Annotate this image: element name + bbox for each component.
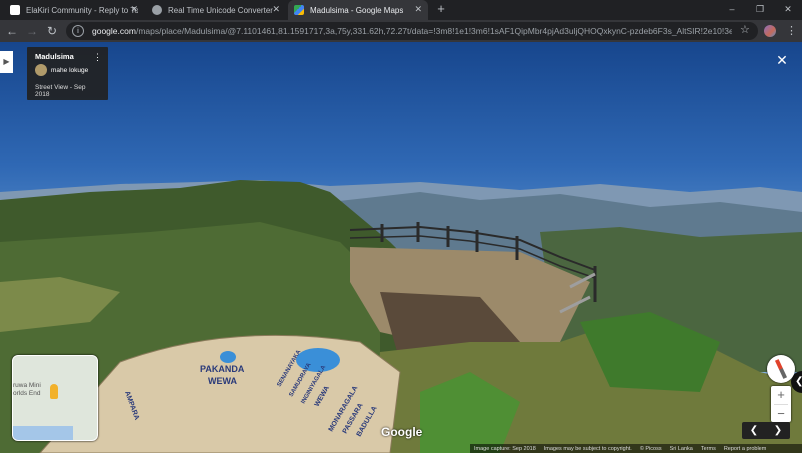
place-title[interactable]: Madulsima: [35, 52, 100, 61]
previous-photo-button[interactable]: ❮: [742, 422, 766, 439]
google-logo: Google: [381, 425, 423, 439]
url-text: google.com/maps/place/Madulsima/@7.11014…: [92, 26, 732, 36]
pegman-icon[interactable]: [50, 384, 58, 399]
maps-favicon-icon: [294, 5, 304, 15]
elakiri-favicon-icon: [10, 5, 20, 15]
tab-close-icon[interactable]: ✕: [272, 4, 280, 15]
address-bar[interactable]: i google.com/maps/place/Madulsima/@7.110…: [66, 22, 758, 40]
browser-toolbar: ← → ↻ i google.com/maps/place/Madulsima/…: [0, 20, 802, 42]
contributor-avatar: [35, 64, 47, 76]
minimize-button[interactable]: –: [718, 0, 746, 20]
compass-needle: [774, 359, 788, 379]
forward-button[interactable]: →: [24, 23, 40, 39]
maximize-button[interactable]: ❐: [746, 0, 774, 20]
plaque-reservoir: [296, 348, 340, 372]
report-problem-link[interactable]: Report a problem: [724, 446, 767, 452]
minimap-water: [13, 426, 73, 440]
plaque-text: PAKANDA: [200, 364, 245, 374]
photo-pager: ❮ ❯: [742, 422, 790, 439]
info-icon[interactable]: i: [72, 25, 84, 37]
back-button[interactable]: ←: [4, 23, 20, 39]
attribution-footer: Image capture: Sep 2018 Images may be su…: [470, 444, 802, 453]
tab-title: ElaKiri Community - Reply to Top: [26, 5, 138, 15]
tab-google-maps[interactable]: Madulsima - Google Maps ✕: [288, 0, 428, 20]
plaque-reservoir: [220, 351, 236, 363]
zoom-out-button[interactable]: −: [771, 405, 791, 423]
new-tab-button[interactable]: +: [434, 2, 448, 16]
panorama-scene: PAKANDA WEWA SENANAYAKA SAMUDRAYA INGINI…: [0, 180, 802, 453]
zoom-control: + −: [771, 386, 791, 422]
window-close-button[interactable]: ✕: [774, 0, 802, 20]
url-path: /maps/place/Madulsima/@7.1101461,81.1591…: [135, 26, 732, 36]
more-options-icon[interactable]: ⋮: [93, 52, 102, 63]
image-capture-text: Image capture: Sep 2018: [474, 445, 536, 452]
next-photo-button[interactable]: ❯: [766, 422, 790, 439]
tab-elakiri[interactable]: ElaKiri Community - Reply to Top ✕: [4, 0, 144, 20]
capture-date: Street View - Sep 2018: [35, 84, 86, 98]
profile-avatar[interactable]: [764, 25, 776, 37]
street-view-info-card: Madulsima ⋮ mahe lokuge Street View - Se…: [27, 47, 108, 100]
contributor[interactable]: mahe lokuge: [35, 64, 100, 76]
minimap-label: ruwa Mini orlds End: [13, 382, 41, 397]
tab-close-icon[interactable]: ✕: [130, 4, 138, 15]
tab-title: Madulsima - Google Maps: [310, 5, 404, 15]
tab-unicode-converter[interactable]: Real Time Unicode Converter ✕: [146, 0, 286, 20]
close-street-view-icon[interactable]: ✕: [775, 53, 789, 67]
zoom-in-button[interactable]: +: [771, 386, 791, 404]
tab-title: Real Time Unicode Converter: [168, 5, 273, 15]
globe-icon: [152, 5, 162, 15]
author-credit[interactable]: © Picoss: [640, 446, 662, 452]
copyright-text: Images may be subject to copyright.: [543, 445, 632, 452]
terms-link[interactable]: Terms: [701, 446, 716, 452]
expand-panel-button[interactable]: ▶: [0, 51, 13, 73]
minimap[interactable]: ruwa Mini orlds End: [12, 355, 98, 441]
reload-button[interactable]: ↻: [44, 23, 60, 39]
plaque-text: WEWA: [208, 376, 237, 386]
url-host: google.com: [92, 26, 136, 36]
compass-icon[interactable]: [767, 355, 795, 383]
browser-menu-icon[interactable]: ⋮: [786, 24, 797, 37]
bookmark-star-icon[interactable]: ☆: [740, 23, 750, 36]
street-view-panorama[interactable]: PAKANDA WEWA SENANAYAKA SAMUDRAYA INGINI…: [0, 42, 802, 453]
contributor-name: mahe lokuge: [51, 66, 89, 74]
browser-tabstrip: ElaKiri Community - Reply to Top ✕ Real …: [0, 0, 802, 20]
country-text: Sri Lanka: [669, 445, 693, 452]
tab-close-icon[interactable]: ✕: [414, 4, 422, 15]
